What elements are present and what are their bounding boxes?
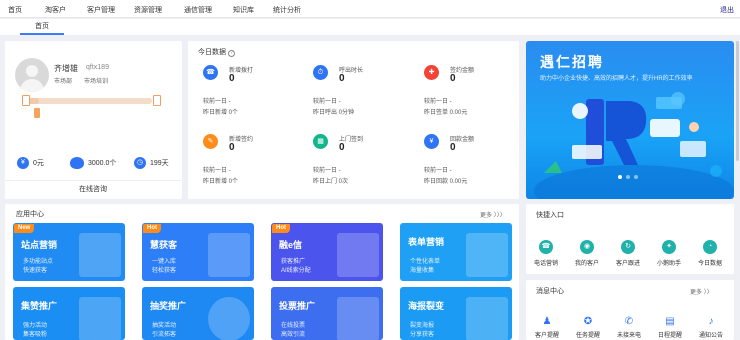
message-schedule-reminder[interactable]: ▤ 日程提醒: [657, 316, 683, 339]
hot-badge: Hot: [143, 224, 161, 233]
stat-eggs-value: 3000.0个: [88, 160, 117, 167]
stat-coins-value: 0元: [33, 160, 44, 167]
nav-item-home[interactable]: 首页: [8, 5, 22, 15]
app-card-site-marketing[interactable]: New 站点营销 多功能站点 快速获客: [13, 223, 125, 281]
wheel-illustration-icon: [208, 297, 250, 340]
new-badge: New: [14, 224, 35, 233]
form-illustration-icon: [466, 233, 508, 277]
message-center-more-link[interactable]: 更多 〉〉: [690, 287, 713, 296]
quick-entry-my-customers[interactable]: ◉ 我的客户: [570, 240, 604, 267]
money-icon: ¥: [424, 134, 439, 149]
user-role: 市场部: [54, 79, 73, 85]
person-icon: ♟: [542, 316, 552, 327]
contract-icon: ✎: [203, 134, 218, 149]
media-illustration-icon: [337, 233, 379, 277]
recruitment-banner[interactable]: 遇仁招聘 助力中小企业快捷、高效的招聘人才，提升HR的工作效率: [526, 41, 734, 199]
message-task-reminder[interactable]: ✪ 任务提醒: [575, 316, 601, 339]
heart-illustration-icon: [79, 297, 121, 340]
online-consult-button[interactable]: 在线咨询: [5, 180, 181, 198]
level-end-flag-icon: [153, 95, 161, 106]
nav-item-knowledge-base[interactable]: 知识库: [233, 5, 254, 15]
tab-bar: 首页: [0, 19, 740, 35]
timer-icon: ⏱: [313, 65, 328, 80]
tab-home[interactable]: 首页: [20, 21, 64, 35]
user-icon: ◉: [580, 240, 594, 254]
bell-icon: ♪: [708, 316, 714, 327]
user-id: qftx189: [86, 64, 109, 71]
progress-marker-icon: [34, 108, 40, 118]
app-card-vote-promotion[interactable]: 投票推广 在线投票 高效引流: [271, 287, 383, 340]
today-data-title: 今日数据 ?: [198, 47, 235, 57]
app-card-like-promotion[interactable]: 集赞推广 强力活动 集客吸粉: [13, 287, 125, 340]
message-missed-calls[interactable]: ✆ 未接来电: [616, 316, 642, 339]
quick-entry-today-data[interactable]: ◔ 今日数据: [693, 240, 727, 267]
stat-eggs: 3000.0个: [70, 157, 116, 169]
quick-entry-title: 快捷入口: [536, 212, 564, 219]
coin-icon: ¥: [17, 157, 29, 169]
clock-icon: ◷: [134, 157, 146, 169]
app-card-lottery-promotion[interactable]: 抽奖推广 抽奖活动 引流拓客: [142, 287, 254, 340]
stat-coins: ¥ 0元: [17, 157, 44, 169]
message-center-title: 消息中心: [536, 288, 564, 295]
message-notice[interactable]: ♪ 通知公告: [698, 316, 724, 339]
medal-icon: ✪: [583, 316, 593, 327]
chevrons-right-icon: 〉〉〉: [493, 213, 506, 219]
vote-illustration-icon: [337, 297, 379, 340]
quick-entry-follow-up[interactable]: ↻ 客户跟进: [611, 240, 645, 267]
site-illustration-icon: [79, 233, 121, 277]
nav-item-communication[interactable]: 通信管理: [184, 5, 212, 15]
nav-item-statistics[interactable]: 统计分析: [273, 5, 301, 15]
stat-days: ◷ 199天: [134, 157, 169, 169]
follow-icon: ↻: [621, 240, 635, 254]
chart-icon: ◔: [703, 240, 717, 254]
user-department: 市场培训: [84, 79, 109, 85]
hot-badge: Hot: [272, 224, 290, 233]
stat-days-value: 199天: [150, 160, 169, 167]
egg-icon: [70, 157, 84, 169]
phone-icon: ☎: [203, 65, 218, 80]
app-card-smart-acquisition[interactable]: Hot 慧获客 一键入库 轻松获客: [142, 223, 254, 281]
logout-link[interactable]: 退出: [720, 5, 734, 15]
app-card-poster-fission[interactable]: 海报裂变 裂变海报 分享获客: [400, 287, 512, 340]
app-center-title: 应用中心: [16, 211, 44, 218]
quick-entry-phone-marketing[interactable]: ☎ 电话营销: [529, 240, 563, 267]
avatar[interactable]: [15, 58, 49, 92]
phone-icon: ✆: [624, 316, 634, 327]
page-scrollbar[interactable]: [736, 41, 739, 161]
poster-illustration-icon: [466, 297, 508, 340]
nav-item-customer-management[interactable]: 客户管理: [87, 5, 115, 15]
nav-item-find-customers[interactable]: 淘客户: [45, 5, 66, 15]
chevrons-right-icon: 〉〉: [703, 290, 713, 296]
help-icon[interactable]: ?: [227, 50, 235, 57]
app-card-form-marketing[interactable]: 表单营销 个性化表单 海量收集: [400, 223, 512, 281]
user-name: 齐增雄: [54, 64, 78, 73]
level-progress-bar: [24, 98, 152, 104]
banner-carousel-dots[interactable]: [618, 175, 638, 179]
app-card-rong-e-xin[interactable]: Hot 融e信 获客推广 AI线索分配: [271, 223, 383, 281]
top-nav: 首页 淘客户 客户管理 资源管理 通信管理 知识库 统计分析 退出: [0, 0, 740, 18]
quick-entry-assistant[interactable]: ✦ 小鹅助手: [652, 240, 686, 267]
magnifier-illustration-icon: [208, 233, 250, 277]
calendar-icon: ▤: [665, 316, 675, 327]
phone-icon: ☎: [539, 240, 553, 254]
app-center-more-link[interactable]: 更多 〉〉〉: [480, 210, 506, 219]
assistant-icon: ✦: [662, 240, 676, 254]
checkin-icon: ▦: [313, 134, 328, 149]
level-start-flag-icon: [22, 95, 30, 106]
sign-icon: ✚: [424, 65, 439, 80]
message-customer-reminder[interactable]: ♟ 客户提醒: [534, 316, 560, 339]
nav-item-resource-management[interactable]: 资源管理: [134, 5, 162, 15]
